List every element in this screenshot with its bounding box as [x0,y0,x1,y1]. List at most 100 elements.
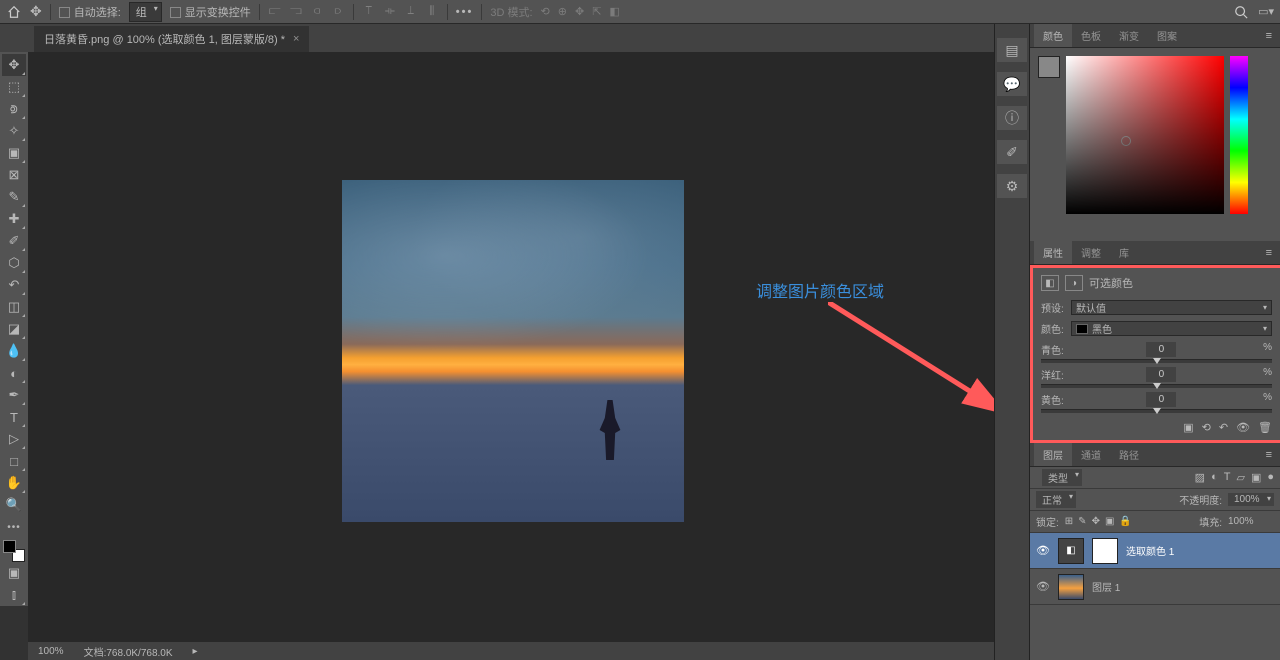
adjustment-thumb[interactable]: ◧ [1058,538,1084,564]
layer-item[interactable]: 👁 ◧ 选取颜色 1 [1030,533,1280,569]
reset-icon[interactable]: ↶ [1219,421,1228,434]
panel-menu-icon[interactable]: ≡ [1262,247,1276,259]
align-top-icon[interactable]: ⟙ [362,5,376,19]
lasso-tool[interactable]: ⟄ [2,98,26,120]
tab-adjustments[interactable]: 调整 [1072,241,1110,264]
align-middle-icon[interactable]: ⟛ [383,5,397,19]
pen-tool[interactable]: ✒ [2,384,26,406]
tab-channels[interactable]: 通道 [1072,443,1110,466]
screen-mode-tool[interactable]: ⫾ [2,584,26,606]
edit-toolbar-button[interactable]: ••• [2,516,26,538]
zoom-tool[interactable]: 🔍 [2,494,26,516]
hand-tool[interactable]: ✋ [2,472,26,494]
document-canvas[interactable] [342,180,684,522]
eyedropper-tool[interactable]: ✎ [2,186,26,208]
lock-position-icon[interactable]: ✥ [1092,516,1100,527]
history-brush-tool[interactable]: ↶ [2,274,26,296]
preset-dropdown[interactable]: 默认值 [1071,300,1272,315]
visibility-toggle-icon[interactable]: 👁 [1036,544,1050,557]
frame-tool[interactable]: ⊠ [2,164,26,186]
tab-colors[interactable]: 颜色 [1034,24,1072,47]
move-tool[interactable]: ✥ [2,54,26,76]
brushes-panel-icon[interactable]: ✐ [997,140,1027,164]
layer-name[interactable]: 图层 1 [1092,579,1120,594]
panel-menu-icon[interactable]: ≡ [1262,449,1276,461]
filter-adjust-icon[interactable]: ◐ [1211,471,1218,484]
panel-menu-icon[interactable]: ≡ [1262,30,1276,42]
color-field[interactable] [1066,56,1224,214]
adjustments-panel-icon[interactable]: ⚙ [997,174,1027,198]
crop-tool[interactable]: ▣ [2,142,26,164]
cyan-slider[interactable] [1041,359,1272,363]
filter-smart-icon[interactable]: ▣ [1251,471,1261,484]
canvas-area[interactable]: 调整图片颜色区域 [28,52,994,660]
search-icon[interactable] [1234,5,1248,19]
info-panel-icon[interactable]: ⓘ [997,106,1027,130]
foreground-color[interactable] [3,540,16,553]
filter-type-icon[interactable]: T [1224,471,1231,484]
visibility-toggle-icon[interactable]: 👁 [1036,580,1050,593]
quick-mask-tool[interactable]: ▣ [2,562,26,584]
path-select-tool[interactable]: ▷ [2,428,26,450]
gradient-tool[interactable]: ◪ [2,318,26,340]
color-swatches[interactable] [3,540,25,562]
dodge-tool[interactable]: ◐ [2,362,26,384]
lock-artboard-icon[interactable]: ▣ [1105,516,1114,527]
pan-icon[interactable]: ✥ [575,5,584,18]
visibility-icon[interactable]: 👁 [1236,421,1250,434]
lock-all-icon[interactable]: 🔒 [1119,516,1131,527]
document-tab[interactable]: 日落黄昏.png @ 100% (选取颜色 1, 图层蒙版/8) * × [34,26,309,52]
filter-shape-icon[interactable]: ▱ [1236,471,1244,484]
tab-layers[interactable]: 图层 [1034,443,1072,466]
brush-tool[interactable]: ✐ [2,230,26,252]
opacity-dropdown[interactable]: 100% [1228,493,1274,506]
delete-icon[interactable]: 🗑 [1258,421,1272,434]
healing-brush-tool[interactable]: ✚ [2,208,26,230]
yellow-input[interactable] [1146,392,1176,407]
shape-tool[interactable]: □ [2,450,26,472]
blur-tool[interactable]: 💧 [2,340,26,362]
mask-thumb[interactable] [1092,538,1118,564]
marquee-tool[interactable]: ⬚ [2,76,26,98]
zoom-level[interactable]: 100% [38,646,64,657]
home-button[interactable] [6,4,22,20]
align-left-icon[interactable]: ⫍ [268,5,282,19]
lock-transparent-icon[interactable]: ⊞ [1065,516,1073,527]
slider-thumb-icon[interactable] [1153,383,1161,389]
tab-patterns[interactable]: 图案 [1148,24,1186,47]
align-center-h-icon[interactable]: ⫎ [289,5,303,19]
history-panel-icon[interactable]: ▤ [997,38,1027,62]
fill-dropdown[interactable]: 100% [1228,516,1274,527]
magenta-slider[interactable] [1041,384,1272,388]
type-tool[interactable]: T [2,406,26,428]
status-chevron-icon[interactable]: ▸ [193,646,198,657]
align-right-icon[interactable]: ⫏ [310,5,324,19]
tab-paths[interactable]: 路径 [1110,443,1148,466]
orbit-icon[interactable]: ⟲ [541,5,550,18]
zoom3d-icon[interactable]: ◧ [609,5,619,18]
distribute-icon[interactable]: ⫼ [425,5,439,19]
more-options-button[interactable]: ••• [456,6,474,18]
tab-libraries[interactable]: 库 [1110,241,1138,264]
magic-wand-tool[interactable]: ✧ [2,120,26,142]
magenta-input[interactable] [1146,367,1176,382]
yellow-slider[interactable] [1041,409,1272,413]
foreground-swatch[interactable] [1038,56,1060,78]
view-previous-icon[interactable]: ⟲ [1202,421,1211,434]
slider-thumb-icon[interactable] [1153,358,1161,364]
tab-swatches[interactable]: 色板 [1072,24,1110,47]
filter-toggle-icon[interactable]: ● [1267,471,1274,484]
colors-dropdown[interactable]: 黑色 [1071,321,1272,336]
tab-properties[interactable]: 属性 [1034,241,1072,264]
align-right-icon[interactable]: ⫐ [331,5,345,19]
roll-icon[interactable]: ⊕ [558,5,567,18]
blend-mode-dropdown[interactable]: 正常 [1036,491,1076,508]
cyan-input[interactable] [1146,342,1176,357]
slider-thumb-icon[interactable] [1153,408,1161,414]
clone-stamp-tool[interactable]: ⬡ [2,252,26,274]
slide-icon[interactable]: ⇱ [592,5,601,18]
auto-select-checkbox[interactable]: 自动选择: [59,4,121,20]
layer-name[interactable]: 选取颜色 1 [1126,543,1174,558]
close-icon[interactable]: × [293,33,299,45]
layer-item[interactable]: 👁 图层 1 [1030,569,1280,605]
